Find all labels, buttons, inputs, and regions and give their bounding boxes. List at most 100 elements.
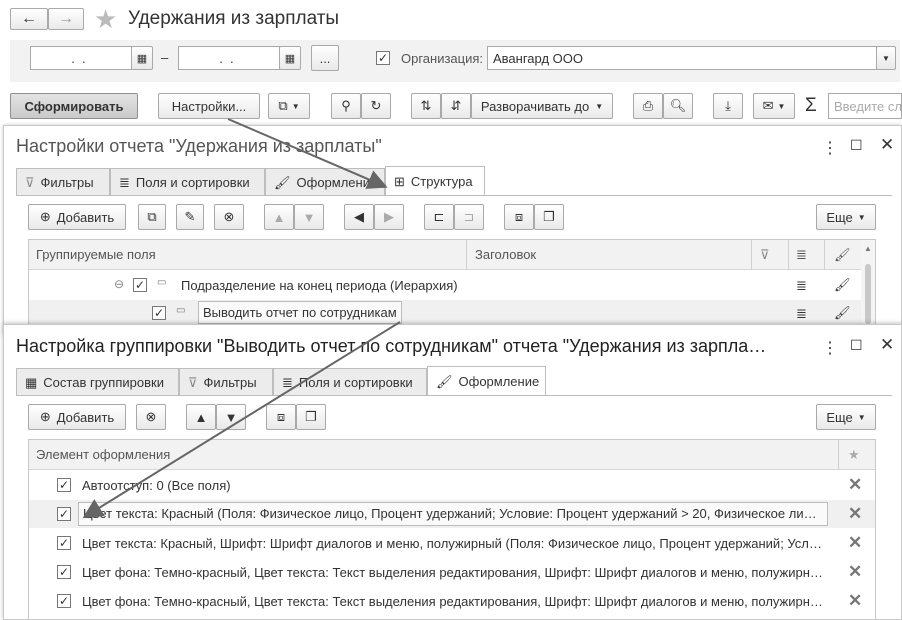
favorite-star-icon[interactable]: ★ (94, 4, 117, 35)
move-up-button[interactable]: ▲ (264, 204, 294, 230)
search-icon: ⚲ (341, 98, 351, 113)
sort-desc-button[interactable]: ⇵ (441, 93, 471, 119)
group-button[interactable]: ⊏ (424, 204, 454, 230)
appearance-row[interactable]: Цвет текста: Красный (Поля: Физическое л… (78, 502, 828, 526)
save-button[interactable]: ⤓ (713, 93, 743, 119)
sum-icon[interactable]: Σ (805, 95, 817, 117)
more-button[interactable]: Еще ▼ (816, 404, 876, 430)
date-dash: – (161, 50, 169, 65)
move-down-button[interactable]: ▼ (294, 204, 324, 230)
move-down-button[interactable]: ▼ (216, 404, 246, 430)
row-checkbox[interactable]: ✓ (133, 278, 147, 292)
close-icon[interactable]: ✕ (880, 135, 894, 155)
delete-button[interactable]: ⊗ (214, 204, 244, 230)
row-checkbox[interactable]: ✓ (57, 507, 71, 521)
remove-icon[interactable]: ✕ (848, 504, 862, 524)
uncheck-all-button[interactable]: ❐ (296, 404, 326, 430)
row-checkbox[interactable]: ✓ (57, 594, 71, 608)
maximize-icon[interactable]: ☐ (850, 137, 863, 154)
tab-appearance[interactable]: 🖌︎ Оформление (265, 168, 385, 196)
more-vert-icon[interactable]: ⋮ (822, 138, 838, 158)
uncheck-all-button[interactable]: ❐ (534, 204, 564, 230)
variants-button[interactable]: ⧉ ▼ (268, 93, 310, 119)
structure-row-department[interactable]: Подразделение на конец периода (Иерархия… (181, 278, 458, 293)
calendar-icon: ▦ (136, 52, 148, 65)
row-checkbox[interactable]: ✓ (57, 565, 71, 579)
tab-filters[interactable]: ⊽ Фильтры (179, 368, 273, 396)
remove-icon[interactable]: ✕ (848, 475, 862, 495)
close-icon[interactable]: ✕ (880, 335, 894, 355)
expand-to-button[interactable]: Разворачивать до ▼ (471, 93, 613, 119)
print-preview-icon: 🔍︎ (669, 98, 687, 113)
move-left-button[interactable]: ◀ (344, 204, 374, 230)
print-button[interactable]: ⎙ (633, 93, 663, 119)
check-all-button[interactable]: ⧈ (266, 404, 296, 430)
organization-dropdown-button[interactable]: ▼ (876, 46, 896, 70)
tab-fields-sorting[interactable]: ≣ Поля и сортировки (110, 168, 265, 196)
row-checkbox[interactable]: ✓ (152, 306, 166, 320)
more-button[interactable]: Еще ▼ (816, 204, 876, 230)
appearance-row[interactable]: Цвет фона: Темно-красный, Цвет текста: Т… (82, 594, 828, 609)
search-button[interactable]: ⚲ (331, 93, 361, 119)
move-up-button[interactable]: ▲ (186, 404, 216, 430)
forward-button[interactable]: → (48, 8, 84, 30)
calendar-from-button[interactable]: ▦ (131, 46, 153, 70)
preview-button[interactable]: 🔍︎ (663, 93, 693, 119)
structure-row-employees[interactable]: Выводить отчет по сотрудникам (198, 301, 402, 324)
tab-divider (16, 395, 892, 396)
settings-window-title: Настройки отчета "Удержания из зарплаты" (16, 136, 382, 156)
remove-icon[interactable]: ✕ (848, 533, 862, 553)
appearance-row[interactable]: Цвет фона: Темно-красный, Цвет текста: Т… (82, 565, 828, 580)
ungroup-button[interactable]: ⊐ (454, 204, 484, 230)
row-checkbox[interactable]: ✓ (57, 478, 71, 492)
calendar-to-button[interactable]: ▦ (279, 46, 301, 70)
appearance-row[interactable]: Цвет текста: Красный, Шрифт: Шрифт диало… (82, 536, 828, 551)
pencil-icon: ✎ (184, 209, 196, 224)
scrollbar-track[interactable]: ▲ (861, 240, 875, 328)
more-vert-icon[interactable]: ⋮ (822, 338, 838, 358)
search-refresh-button[interactable]: ↻ (361, 93, 391, 119)
send-button[interactable]: ✉ ▼ (753, 93, 795, 119)
arrow-right-icon: ▶ (384, 209, 394, 224)
appearance-row[interactable]: Автоотступ: 0 (Все поля) (82, 478, 822, 493)
edit-button[interactable]: ✎ (176, 204, 204, 230)
fields-sorting-row-icon: ≣ (796, 306, 807, 321)
tab-grouping-composition[interactable]: ▦ Состав группировки (16, 368, 179, 396)
report-variants-icon: ⧉ (278, 98, 288, 113)
sort-asc-button[interactable]: ⇅ (411, 93, 441, 119)
back-button[interactable]: ← (10, 8, 48, 30)
remove-icon[interactable]: ✕ (848, 562, 862, 582)
chevron-down-icon: ▼ (291, 101, 300, 111)
delete-circle-icon: ⊗ (223, 209, 235, 224)
fields-sorting-icon: ≣ (282, 374, 293, 390)
add-grouping-button[interactable]: ⧉ (138, 204, 166, 230)
tab-appearance[interactable]: 🖌︎ Оформление (427, 366, 546, 396)
arrow-left-icon: ◀ (354, 209, 364, 224)
row-checkbox[interactable]: ✓ (57, 536, 71, 550)
add-button[interactable]: ⊕ Добавить (28, 404, 126, 430)
date-to-field[interactable]: . . (178, 46, 280, 70)
move-right-button[interactable]: ▶ (374, 204, 404, 230)
remove-icon[interactable]: ✕ (848, 591, 862, 611)
delete-button[interactable]: ⊗ (136, 404, 166, 430)
add-button[interactable]: ⊕ Добавить (28, 204, 126, 230)
search-field[interactable]: Введите сл (828, 93, 902, 119)
maximize-icon[interactable]: ☐ (850, 337, 863, 354)
settings-button[interactable]: Настройки... (158, 93, 260, 119)
tab-structure[interactable]: ⊞ Структура (385, 166, 485, 196)
grouping-icon: ▭ (176, 305, 186, 316)
organization-field[interactable]: Авангард ООО (487, 46, 877, 70)
period-select-button[interactable]: ... (311, 45, 339, 71)
collapse-icon[interactable]: ⊖ (114, 277, 124, 291)
brush-column-icon: 🖌︎ (834, 246, 851, 262)
check-all-button[interactable]: ⧈ (504, 204, 534, 230)
scrollbar-thumb[interactable] (865, 264, 871, 324)
tab-fields-sorting[interactable]: ≣ Поля и сортировки (273, 368, 427, 396)
date-from-field[interactable]: . . (30, 46, 132, 70)
generate-button[interactable]: Сформировать (10, 93, 138, 119)
organization-checkbox[interactable]: ✓ (376, 51, 390, 65)
tab-filters[interactable]: ⊽ Фильтры (16, 168, 110, 196)
ungroup-icon: ⊐ (463, 209, 475, 224)
plus-circle-icon: ⊕ (39, 409, 51, 424)
tab-divider (16, 195, 892, 196)
